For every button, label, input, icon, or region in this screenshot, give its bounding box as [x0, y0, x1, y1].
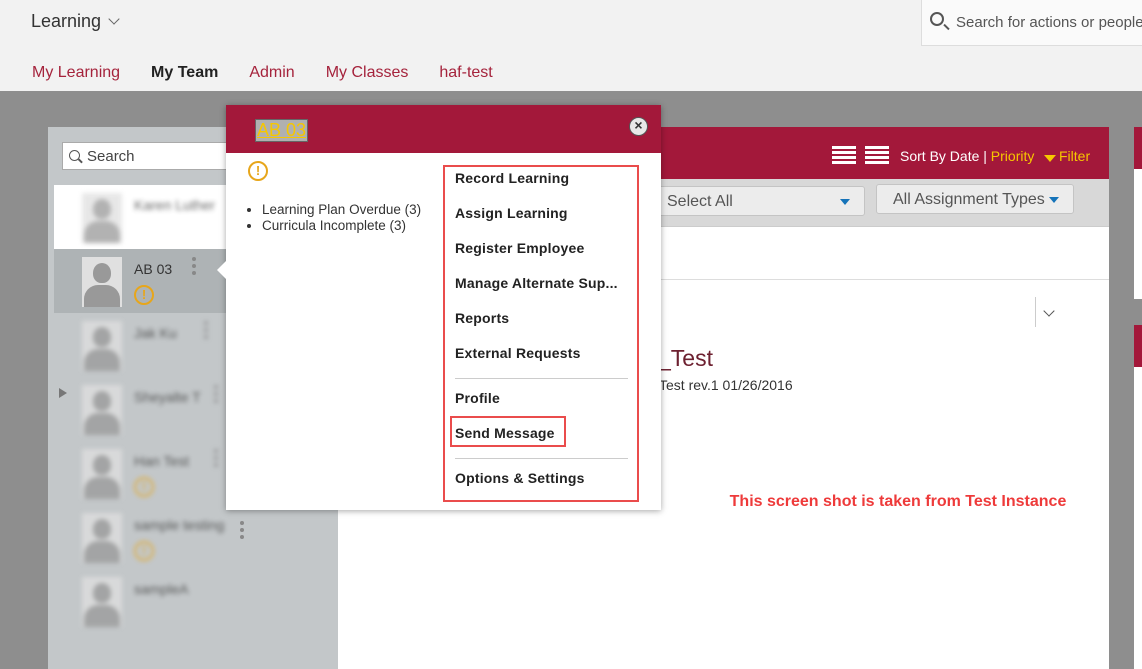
team-member[interactable]: sampleA	[54, 569, 228, 633]
avatar-icon	[82, 321, 122, 371]
warning-icon: !	[248, 161, 268, 181]
issue-list: Learning Plan Overdue (3) Curricula Inco…	[262, 202, 432, 234]
avatar-icon	[82, 577, 122, 627]
chevron-down-icon	[1049, 197, 1059, 203]
sort-priority-link[interactable]: Priority	[991, 148, 1035, 164]
kebab-menu-icon[interactable]	[214, 385, 218, 405]
assignment-types-label: All Assignment Types	[893, 191, 1045, 208]
team-member[interactable]: Karen Luther	[54, 185, 232, 249]
team-search-placeholder: Search	[87, 148, 135, 165]
sort-separator: |	[979, 148, 991, 164]
tab-admin[interactable]: Admin	[249, 64, 294, 82]
course-subtitle: Test rev.1 01/26/2016	[659, 377, 793, 393]
member-actions-popup: AB 03 × ! Learning Plan Overdue (3) Curr…	[217, 105, 661, 510]
kebab-menu-icon[interactable]	[204, 321, 208, 341]
issue-item: Learning Plan Overdue (3)	[262, 202, 432, 217]
options-settings-action[interactable]: Options & Settings	[455, 470, 585, 486]
team-member[interactable]: sample testing !	[54, 505, 228, 569]
global-search-input[interactable]: Search for actions or people	[921, 0, 1142, 46]
record-learning-action[interactable]: Record Learning	[455, 170, 569, 186]
main-nav: My Learning My Team Admin My Classes haf…	[32, 64, 493, 82]
app-switcher[interactable]: Learning	[31, 11, 120, 32]
manage-alternate-supervisor-action[interactable]: Manage Alternate Sup...	[455, 275, 618, 291]
course-title[interactable]: _Test	[658, 345, 713, 372]
menu-divider	[455, 378, 628, 379]
send-message-action[interactable]: Send Message	[455, 425, 555, 441]
search-icon	[69, 150, 80, 161]
avatar-icon	[82, 513, 122, 563]
search-placeholder: Search for actions or people	[956, 14, 1142, 31]
member-name: sample testing	[134, 517, 225, 533]
kebab-menu-icon[interactable]	[240, 521, 244, 539]
tab-haf-test[interactable]: haf-test	[439, 64, 492, 82]
popup-member-name-link[interactable]: AB 03	[254, 119, 309, 142]
filter-label: Filter	[1059, 148, 1091, 164]
chevron-down-icon	[108, 13, 120, 25]
test-instance-note: This screen shot is taken from Test Inst…	[729, 493, 1067, 510]
select-all-label: Select All	[667, 193, 733, 210]
member-name: sampleA	[134, 581, 189, 597]
popup-header: AB 03 ×	[226, 105, 661, 153]
avatar-icon	[82, 193, 122, 243]
member-name: Jak Ku	[134, 325, 177, 341]
member-name: AB 03	[134, 261, 173, 277]
filter-button[interactable]: Filter	[1044, 148, 1090, 164]
team-member[interactable]: Jak Ku	[54, 313, 228, 377]
issue-item: Curricula Incomplete (3)	[262, 218, 432, 233]
sort-by-date-link[interactable]: Sort By Date	[900, 148, 979, 164]
list-view-icon[interactable]	[832, 146, 856, 166]
warning-icon: !	[134, 477, 154, 497]
team-member[interactable]: Han Test !	[54, 441, 228, 505]
tab-my-classes[interactable]: My Classes	[326, 64, 409, 82]
chevron-down-icon[interactable]	[1035, 297, 1063, 327]
search-icon	[930, 12, 944, 26]
member-name: Karen Luther	[134, 197, 215, 213]
right-side-card	[1134, 127, 1142, 299]
close-icon[interactable]: ×	[629, 117, 648, 136]
avatar-icon	[82, 257, 122, 307]
profile-action[interactable]: Profile	[455, 390, 500, 406]
tab-my-team[interactable]: My Team	[151, 64, 218, 82]
warning-icon: !	[134, 541, 154, 561]
external-requests-action[interactable]: External Requests	[455, 345, 581, 361]
tab-my-learning[interactable]: My Learning	[32, 64, 120, 82]
sort-controls: Sort By Date | Priority	[900, 148, 1034, 164]
assign-learning-action[interactable]: Assign Learning	[455, 205, 568, 221]
team-member[interactable]: Sheyalte T	[54, 377, 228, 441]
app-title: Learning	[31, 11, 102, 31]
register-employee-action[interactable]: Register Employee	[455, 240, 584, 256]
detail-view-icon[interactable]	[865, 146, 889, 166]
chevron-down-icon	[840, 199, 850, 205]
select-all-dropdown[interactable]: Select All	[650, 186, 865, 216]
avatar-icon	[82, 449, 122, 499]
menu-divider	[455, 458, 628, 459]
team-search-input[interactable]: Search	[62, 142, 232, 170]
member-name: Sheyalte T	[134, 389, 201, 405]
warning-icon: !	[134, 285, 154, 305]
filter-icon	[1044, 155, 1056, 162]
right-side-card	[1134, 325, 1142, 669]
popup-pointer	[217, 261, 226, 279]
member-name: Han Test	[134, 453, 189, 469]
assignment-types-dropdown[interactable]: All Assignment Types	[876, 184, 1074, 214]
top-header: Learning Search for actions or people My…	[0, 0, 1142, 91]
kebab-menu-icon[interactable]	[192, 257, 196, 277]
team-member-selected[interactable]: AB 03 !	[54, 249, 228, 313]
avatar-icon	[82, 385, 122, 435]
kebab-menu-icon[interactable]	[214, 449, 218, 469]
reports-action[interactable]: Reports	[455, 310, 509, 326]
